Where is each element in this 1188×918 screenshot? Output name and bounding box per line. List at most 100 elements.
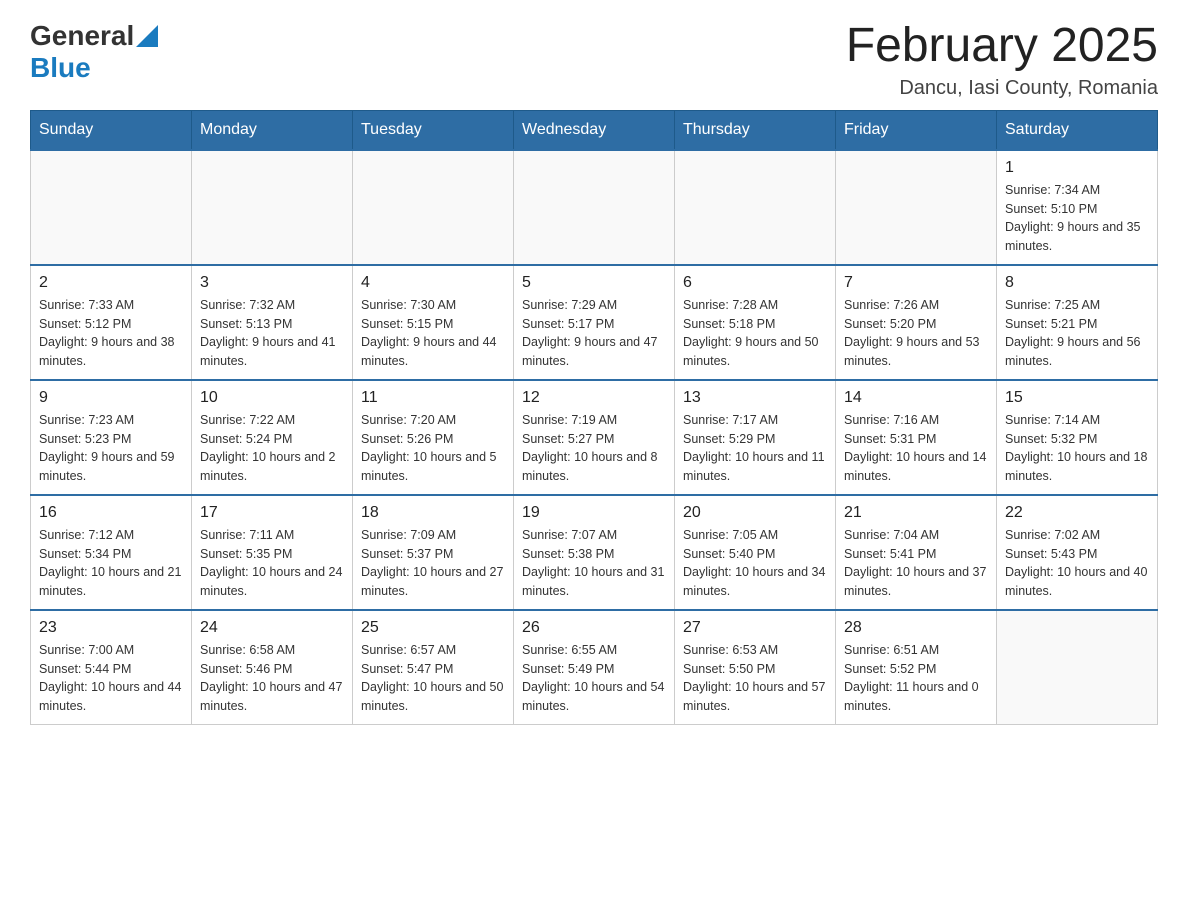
week-row-3: 9 Sunrise: 7:23 AM Sunset: 5:23 PM Daylig… [31, 380, 1158, 495]
week-row-5: 23Sunrise: 7:00 AM Sunset: 5:44 PM Dayli… [31, 610, 1158, 725]
day-cell: 26 Sunrise: 6:55 AM Sunset: 5:49 PM Dayli… [514, 610, 675, 725]
day-cell: 19Sunrise: 7:07 AM Sunset: 5:38 PM Dayli… [514, 495, 675, 610]
day-cell: 13Sunrise: 7:17 AM Sunset: 5:29 PM Dayli… [675, 380, 836, 495]
day-cell: 6 Sunrise: 7:28 AM Sunset: 5:18 PM Daylig… [675, 265, 836, 380]
week-row-1: 1 Sunrise: 7:34 AM Sunset: 5:10 PM Daylig… [31, 150, 1158, 265]
day-cell: 9 Sunrise: 7:23 AM Sunset: 5:23 PM Daylig… [31, 380, 192, 495]
page-header: General Blue February 2025 Dancu, Iasi C… [30, 20, 1158, 100]
day-number: 20 [683, 504, 827, 522]
day-cell: 24 Sunrise: 6:58 AM Sunset: 5:46 PM Dayli… [192, 610, 353, 725]
col-header-sunday: Sunday [31, 110, 192, 150]
day-info: Sunrise: 7:09 AM Sunset: 5:37 PM Dayligh… [361, 526, 505, 601]
day-cell [514, 150, 675, 265]
day-number: 6 [683, 274, 827, 292]
day-number: 21 [844, 504, 988, 522]
day-number: 16 [39, 504, 183, 522]
day-info: Sunrise: 6:51 AM Sunset: 5:52 PM Dayligh… [844, 641, 988, 716]
day-info: Sunrise: 7:32 AM Sunset: 5:13 PM Dayligh… [200, 296, 344, 371]
day-cell: 11 Sunrise: 7:20 AM Sunset: 5:26 PM Dayli… [353, 380, 514, 495]
logo-general: General [30, 20, 134, 52]
title-block: February 2025 Dancu, Iasi County, Romani… [846, 20, 1158, 100]
day-info: Sunrise: 7:29 AM Sunset: 5:17 PM Dayligh… [522, 296, 666, 371]
day-number: 27 [683, 619, 827, 637]
day-info: Sunrise: 7:17 AM Sunset: 5:29 PM Dayligh… [683, 411, 827, 486]
day-info: Sunrise: 7:19 AM Sunset: 5:27 PM Dayligh… [522, 411, 666, 486]
day-number: 22 [1005, 504, 1149, 522]
col-header-saturday: Saturday [997, 110, 1158, 150]
day-info: Sunrise: 7:14 AM Sunset: 5:32 PM Dayligh… [1005, 411, 1149, 486]
day-info: Sunrise: 6:53 AM Sunset: 5:50 PM Dayligh… [683, 641, 827, 716]
calendar-title: February 2025 [846, 20, 1158, 73]
logo-triangle-icon [136, 25, 158, 47]
day-number: 4 [361, 274, 505, 292]
day-info: Sunrise: 7:16 AM Sunset: 5:31 PM Dayligh… [844, 411, 988, 486]
day-cell: 21Sunrise: 7:04 AM Sunset: 5:41 PM Dayli… [836, 495, 997, 610]
day-number: 26 [522, 619, 666, 637]
day-info: Sunrise: 6:58 AM Sunset: 5:46 PM Dayligh… [200, 641, 344, 716]
day-info: Sunrise: 7:26 AM Sunset: 5:20 PM Dayligh… [844, 296, 988, 371]
day-cell: 4 Sunrise: 7:30 AM Sunset: 5:15 PM Daylig… [353, 265, 514, 380]
day-info: Sunrise: 7:34 AM Sunset: 5:10 PM Dayligh… [1005, 181, 1149, 256]
day-cell: 2Sunrise: 7:33 AM Sunset: 5:12 PM Daylig… [31, 265, 192, 380]
day-info: Sunrise: 7:20 AM Sunset: 5:26 PM Dayligh… [361, 411, 505, 486]
day-number: 24 [200, 619, 344, 637]
day-number: 17 [200, 504, 344, 522]
day-cell [31, 150, 192, 265]
logo: General Blue [30, 20, 158, 84]
day-cell: 25 Sunrise: 6:57 AM Sunset: 5:47 PM Dayli… [353, 610, 514, 725]
col-header-monday: Monday [192, 110, 353, 150]
day-number: 12 [522, 389, 666, 407]
day-cell [836, 150, 997, 265]
day-number: 19 [522, 504, 666, 522]
day-number: 10 [200, 389, 344, 407]
day-number: 5 [522, 274, 666, 292]
day-cell: 10 Sunrise: 7:22 AM Sunset: 5:24 PM Dayli… [192, 380, 353, 495]
day-info: Sunrise: 7:22 AM Sunset: 5:24 PM Dayligh… [200, 411, 344, 486]
day-number: 15 [1005, 389, 1149, 407]
day-cell: 16 Sunrise: 7:12 AM Sunset: 5:34 PM Dayli… [31, 495, 192, 610]
day-info: Sunrise: 6:55 AM Sunset: 5:49 PM Dayligh… [522, 641, 666, 716]
day-number: 14 [844, 389, 988, 407]
col-header-thursday: Thursday [675, 110, 836, 150]
day-info: Sunrise: 7:33 AM Sunset: 5:12 PM Dayligh… [39, 296, 183, 371]
day-number: 18 [361, 504, 505, 522]
day-cell: 15 Sunrise: 7:14 AM Sunset: 5:32 PM Dayli… [997, 380, 1158, 495]
day-cell: 7 Sunrise: 7:26 AM Sunset: 5:20 PM Daylig… [836, 265, 997, 380]
day-number: 28 [844, 619, 988, 637]
day-number: 1 [1005, 159, 1149, 177]
day-cell: 8 Sunrise: 7:25 AM Sunset: 5:21 PM Daylig… [997, 265, 1158, 380]
calendar-table: SundayMondayTuesdayWednesdayThursdayFrid… [30, 110, 1158, 725]
day-info: Sunrise: 6:57 AM Sunset: 5:47 PM Dayligh… [361, 641, 505, 716]
day-cell: 17 Sunrise: 7:11 AM Sunset: 5:35 PM Dayli… [192, 495, 353, 610]
week-row-4: 16 Sunrise: 7:12 AM Sunset: 5:34 PM Dayli… [31, 495, 1158, 610]
day-cell: 3Sunrise: 7:32 AM Sunset: 5:13 PM Daylig… [192, 265, 353, 380]
day-info: Sunrise: 7:12 AM Sunset: 5:34 PM Dayligh… [39, 526, 183, 601]
day-info: Sunrise: 7:00 AM Sunset: 5:44 PM Dayligh… [39, 641, 183, 716]
day-cell: 5 Sunrise: 7:29 AM Sunset: 5:17 PM Daylig… [514, 265, 675, 380]
day-info: Sunrise: 7:11 AM Sunset: 5:35 PM Dayligh… [200, 526, 344, 601]
day-info: Sunrise: 7:28 AM Sunset: 5:18 PM Dayligh… [683, 296, 827, 371]
week-row-2: 2Sunrise: 7:33 AM Sunset: 5:12 PM Daylig… [31, 265, 1158, 380]
day-number: 11 [361, 389, 505, 407]
logo-blue: Blue [30, 52, 91, 84]
day-number: 25 [361, 619, 505, 637]
day-cell: 28 Sunrise: 6:51 AM Sunset: 5:52 PM Dayli… [836, 610, 997, 725]
day-info: Sunrise: 7:05 AM Sunset: 5:40 PM Dayligh… [683, 526, 827, 601]
day-info: Sunrise: 7:23 AM Sunset: 5:23 PM Dayligh… [39, 411, 183, 486]
calendar-subtitle: Dancu, Iasi County, Romania [846, 77, 1158, 100]
day-cell [192, 150, 353, 265]
day-cell [675, 150, 836, 265]
col-header-tuesday: Tuesday [353, 110, 514, 150]
day-cell: 23Sunrise: 7:00 AM Sunset: 5:44 PM Dayli… [31, 610, 192, 725]
day-cell [353, 150, 514, 265]
day-info: Sunrise: 7:02 AM Sunset: 5:43 PM Dayligh… [1005, 526, 1149, 601]
day-info: Sunrise: 7:30 AM Sunset: 5:15 PM Dayligh… [361, 296, 505, 371]
day-cell: 1 Sunrise: 7:34 AM Sunset: 5:10 PM Daylig… [997, 150, 1158, 265]
day-cell: 22 Sunrise: 7:02 AM Sunset: 5:43 PM Dayli… [997, 495, 1158, 610]
day-number: 9 [39, 389, 183, 407]
day-cell [997, 610, 1158, 725]
day-number: 8 [1005, 274, 1149, 292]
day-cell: 20 Sunrise: 7:05 AM Sunset: 5:40 PM Dayli… [675, 495, 836, 610]
day-number: 7 [844, 274, 988, 292]
day-info: Sunrise: 7:25 AM Sunset: 5:21 PM Dayligh… [1005, 296, 1149, 371]
